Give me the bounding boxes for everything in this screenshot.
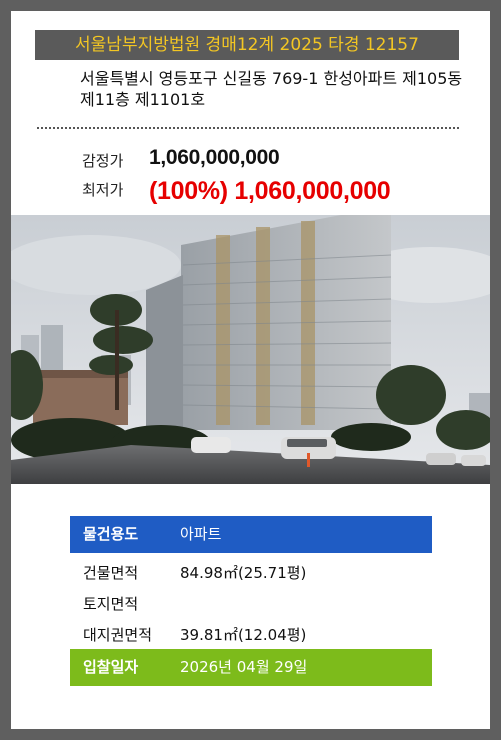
bid-date-value: 2026년 04월 29일	[180, 658, 308, 676]
usage-value: 아파트	[180, 525, 222, 543]
dotted-divider	[37, 127, 459, 129]
minimum-price-label: 최저가	[82, 181, 124, 199]
property-address: 서울특별시 영등포구 신길동 769-1 한성아파트 제105동 제11층 제1…	[80, 69, 463, 109]
property-photo	[11, 215, 490, 484]
minimum-price-value: (100%) 1,060,000,000	[149, 177, 391, 205]
appraisal-price-label: 감정가	[82, 152, 124, 170]
auction-card: 서울남부지방법원 경매12계 2025 타경 12157 서울특별시 영등포구 …	[11, 11, 490, 729]
bid-date-label: 입찰일자	[83, 658, 139, 676]
appraisal-price-value: 1,060,000,000	[149, 146, 280, 169]
bid-date-row: 입찰일자 2026년 04월 29일	[70, 649, 432, 686]
usage-label: 물건용도	[83, 525, 139, 543]
apartment-building-image	[11, 215, 490, 484]
court-case-banner: 서울남부지방법원 경매12계 2025 타경 12157	[35, 30, 459, 60]
usage-row: 물건용도 아파트	[70, 516, 432, 553]
